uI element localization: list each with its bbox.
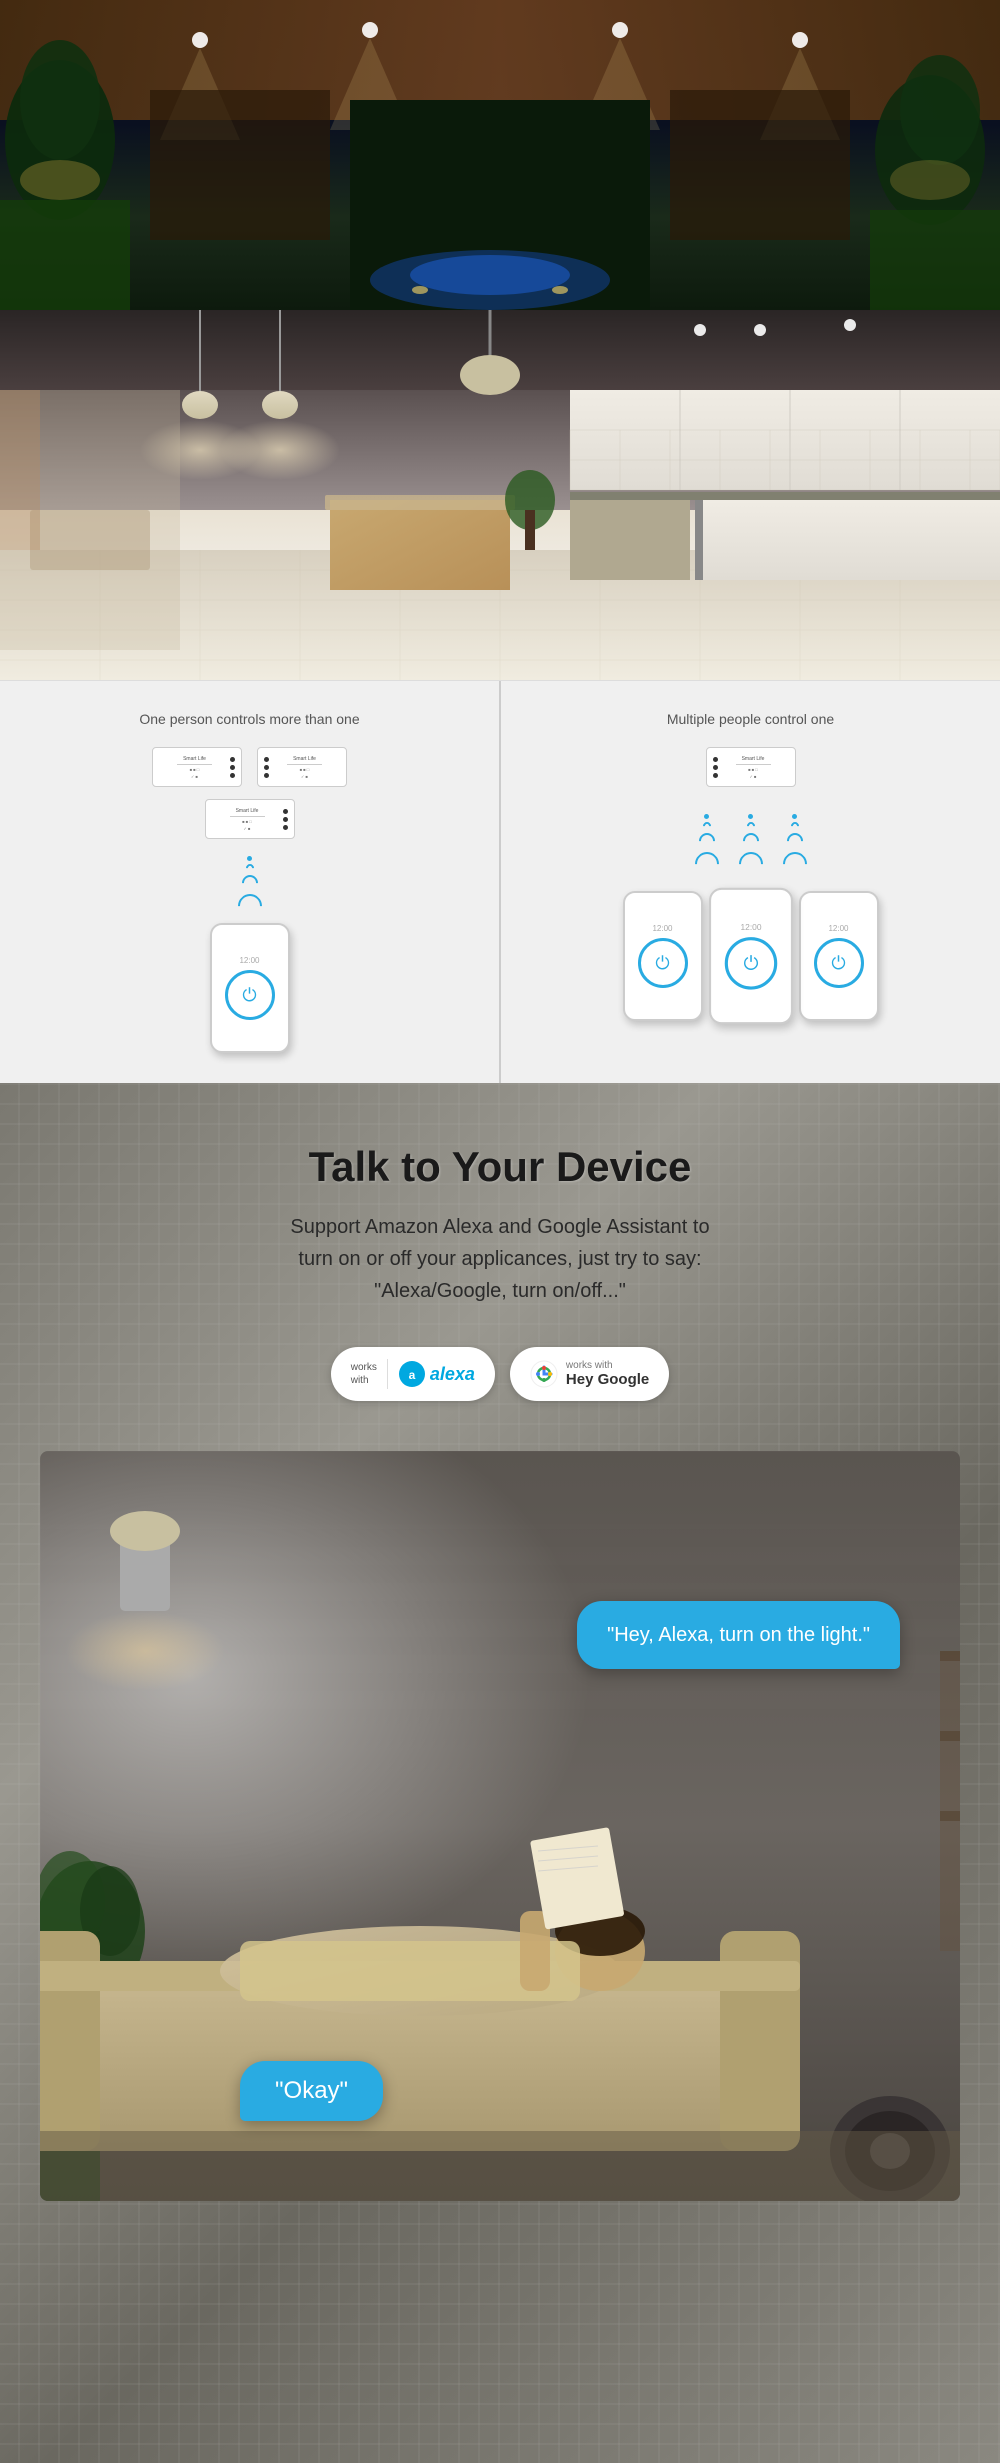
control-diagram-section: One person controls more than one Smart … bbox=[0, 680, 1000, 1083]
google-works-text: works with bbox=[566, 1360, 649, 1371]
kitchen-scene-svg bbox=[0, 310, 1000, 680]
wifi-icon-left bbox=[238, 856, 262, 918]
devices-bottom-row: Smart Life ■ ■ □ ✓ ■ bbox=[205, 799, 295, 839]
voice-assistant-section: Talk to Your Device Support Amazon Alexa… bbox=[0, 1083, 1000, 2463]
hero-kitchen-section bbox=[0, 310, 1000, 680]
svg-text:a: a bbox=[409, 1368, 416, 1382]
voice-section-subtitle: Support Amazon Alexa and Google Assistan… bbox=[290, 1211, 710, 1307]
device-switch-2: Smart Life ■ ■ □ ✓ ■ bbox=[257, 747, 347, 787]
assistant-badges-row: works with a alexa bbox=[331, 1347, 670, 1401]
person-scene-area: "Hey, Alexa, turn on the light." "Okay" bbox=[40, 1451, 960, 2201]
phone-left: 12:00 ⏻ bbox=[210, 923, 290, 1053]
phone-power-btn-2: ⏻ bbox=[724, 937, 777, 990]
device-switch-1: Smart Life ■ ■ □ ✓ ■ bbox=[152, 747, 242, 787]
alexa-logo-area: a alexa bbox=[398, 1360, 475, 1388]
outdoor-scene-svg bbox=[0, 0, 1000, 310]
control-right-title: Multiple people control one bbox=[667, 711, 834, 727]
wifi-icon-right-2 bbox=[739, 814, 763, 876]
single-device-row: Smart Life ■ ■ □ ✓ ■ bbox=[706, 747, 796, 787]
alexa-text: alexa bbox=[430, 1364, 475, 1385]
google-icon bbox=[530, 1360, 558, 1388]
wifi-icon-right-3 bbox=[783, 814, 807, 876]
google-badge-text: works with Hey Google bbox=[566, 1360, 649, 1388]
device-switch-single: Smart Life ■ ■ □ ✓ ■ bbox=[706, 747, 796, 787]
phone-right-3: 12:00 ⏻ bbox=[799, 891, 879, 1021]
device-switch-3: Smart Life ■ ■ □ ✓ ■ bbox=[205, 799, 295, 839]
google-badge: works with Hey Google bbox=[510, 1347, 669, 1401]
person-scene-svg bbox=[40, 1451, 960, 2201]
devices-top-row: Smart Life ■ ■ □ ✓ ■ Smar bbox=[152, 747, 347, 787]
hero-outdoor-section bbox=[0, 0, 1000, 310]
hey-google-text: Hey Google bbox=[566, 1371, 649, 1388]
phone-power-btn-1: ⏻ bbox=[638, 938, 688, 988]
alexa-icon: a bbox=[398, 1360, 426, 1388]
control-right-panel: Multiple people control one Smart Life ■… bbox=[501, 681, 1000, 1083]
alexa-works-with-text: works with bbox=[351, 1361, 377, 1387]
voice-content-area: Talk to Your Device Support Amazon Alexa… bbox=[40, 1143, 960, 2201]
outdoor-image bbox=[0, 0, 1000, 310]
alexa-badge: works with a alexa bbox=[331, 1347, 495, 1401]
speech-bubble-okay: "Okay" bbox=[240, 2061, 383, 2121]
speech-bubble-alexa: "Hey, Alexa, turn on the light." bbox=[577, 1601, 900, 1669]
voice-section-title: Talk to Your Device bbox=[309, 1143, 692, 1191]
control-left-title: One person controls more than one bbox=[139, 711, 359, 727]
control-left-panel: One person controls more than one Smart … bbox=[0, 681, 501, 1083]
phone-power-btn-3: ⏻ bbox=[814, 938, 864, 988]
badge-divider bbox=[387, 1359, 388, 1389]
wifi-icon-right-1 bbox=[695, 814, 719, 876]
phone-right-1: 12:00 ⏻ bbox=[623, 891, 703, 1021]
multiple-wifi-icons bbox=[695, 809, 807, 881]
phone-power-button: ⏻ bbox=[225, 970, 275, 1020]
phone-right-2: 12:00 ⏻ bbox=[709, 888, 793, 1025]
multiple-phones: 12:00 ⏻ 12:00 ⏻ 12:00 ⏻ bbox=[623, 891, 879, 1021]
kitchen-image bbox=[0, 310, 1000, 680]
